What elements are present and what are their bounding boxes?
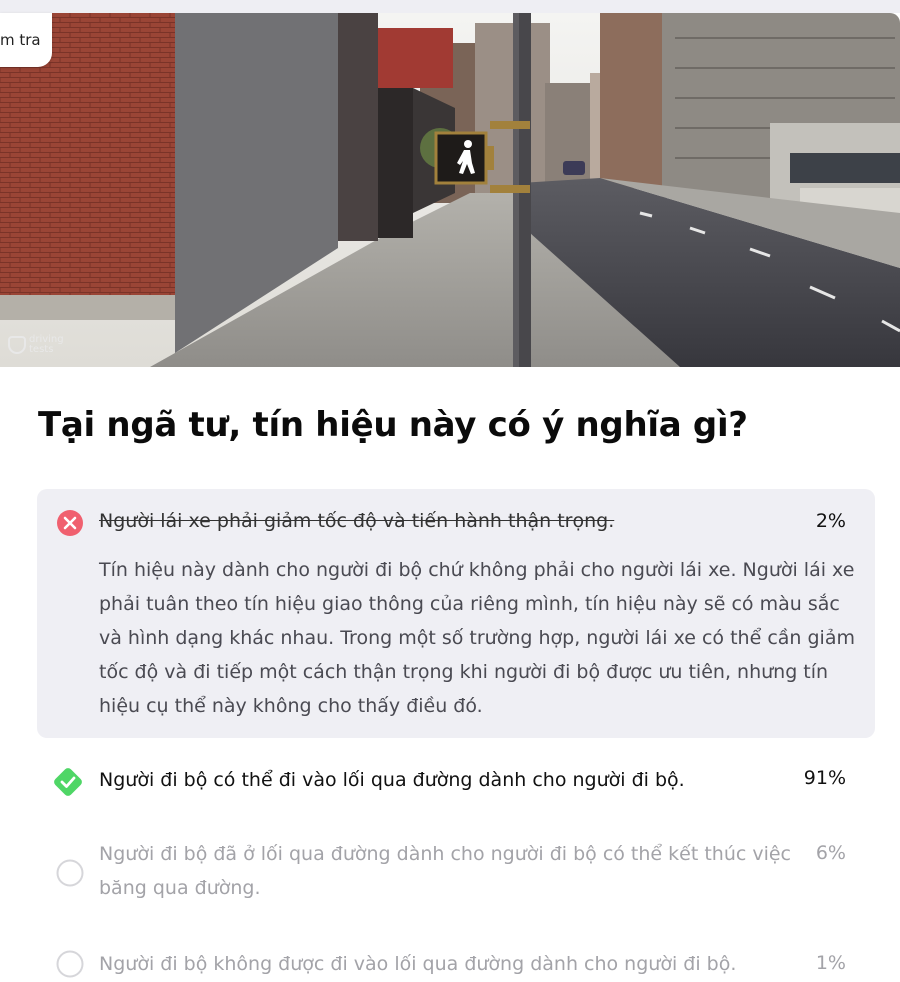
- answer-option[interactable]: Người đi bộ đã ở lối qua đường dành cho …: [37, 832, 875, 912]
- answer-percent: 6%: [815, 842, 846, 864]
- answer-text: Người đi bộ không được đi vào lối qua đư…: [99, 953, 737, 975]
- answer-explanation: Tín hiệu này dành cho người đi bộ chứ kh…: [99, 559, 855, 717]
- answer-option[interactable]: Người đi bộ không được đi vào lối qua đư…: [37, 940, 875, 980]
- wrong-x-icon: [56, 509, 84, 537]
- answer-percent: 2%: [815, 510, 846, 532]
- answer-percent: 91%: [803, 767, 846, 789]
- top-bar: [0, 0, 900, 13]
- answer-text: Người lái xe phải giảm tốc độ và tiến hà…: [99, 510, 615, 532]
- watermark-logo: driving tests: [8, 335, 69, 355]
- answer-text: Người đi bộ có thể đi vào lối qua đường …: [99, 769, 685, 791]
- question-title: Tại ngã tư, tín hiệu này có ý nghĩa gì?: [38, 405, 748, 445]
- radio-circle-icon: [56, 859, 84, 887]
- question-image: driving tests: [0, 13, 900, 367]
- answer-percent: 1%: [815, 952, 846, 974]
- watermark-text: driving tests: [29, 334, 64, 355]
- answer-option-correct[interactable]: Người đi bộ có thể đi vào lối qua đường …: [37, 755, 875, 807]
- exam-mode-tab[interactable]: m tra: [0, 13, 52, 67]
- correct-check-icon: [51, 765, 85, 799]
- driving-tests-icon: [8, 336, 26, 354]
- answer-option-wrong[interactable]: Người lái xe phải giảm tốc độ và tiến hà…: [37, 489, 875, 738]
- answer-text: Người đi bộ đã ở lối qua đường dành cho …: [99, 843, 792, 899]
- radio-circle-icon: [56, 950, 84, 978]
